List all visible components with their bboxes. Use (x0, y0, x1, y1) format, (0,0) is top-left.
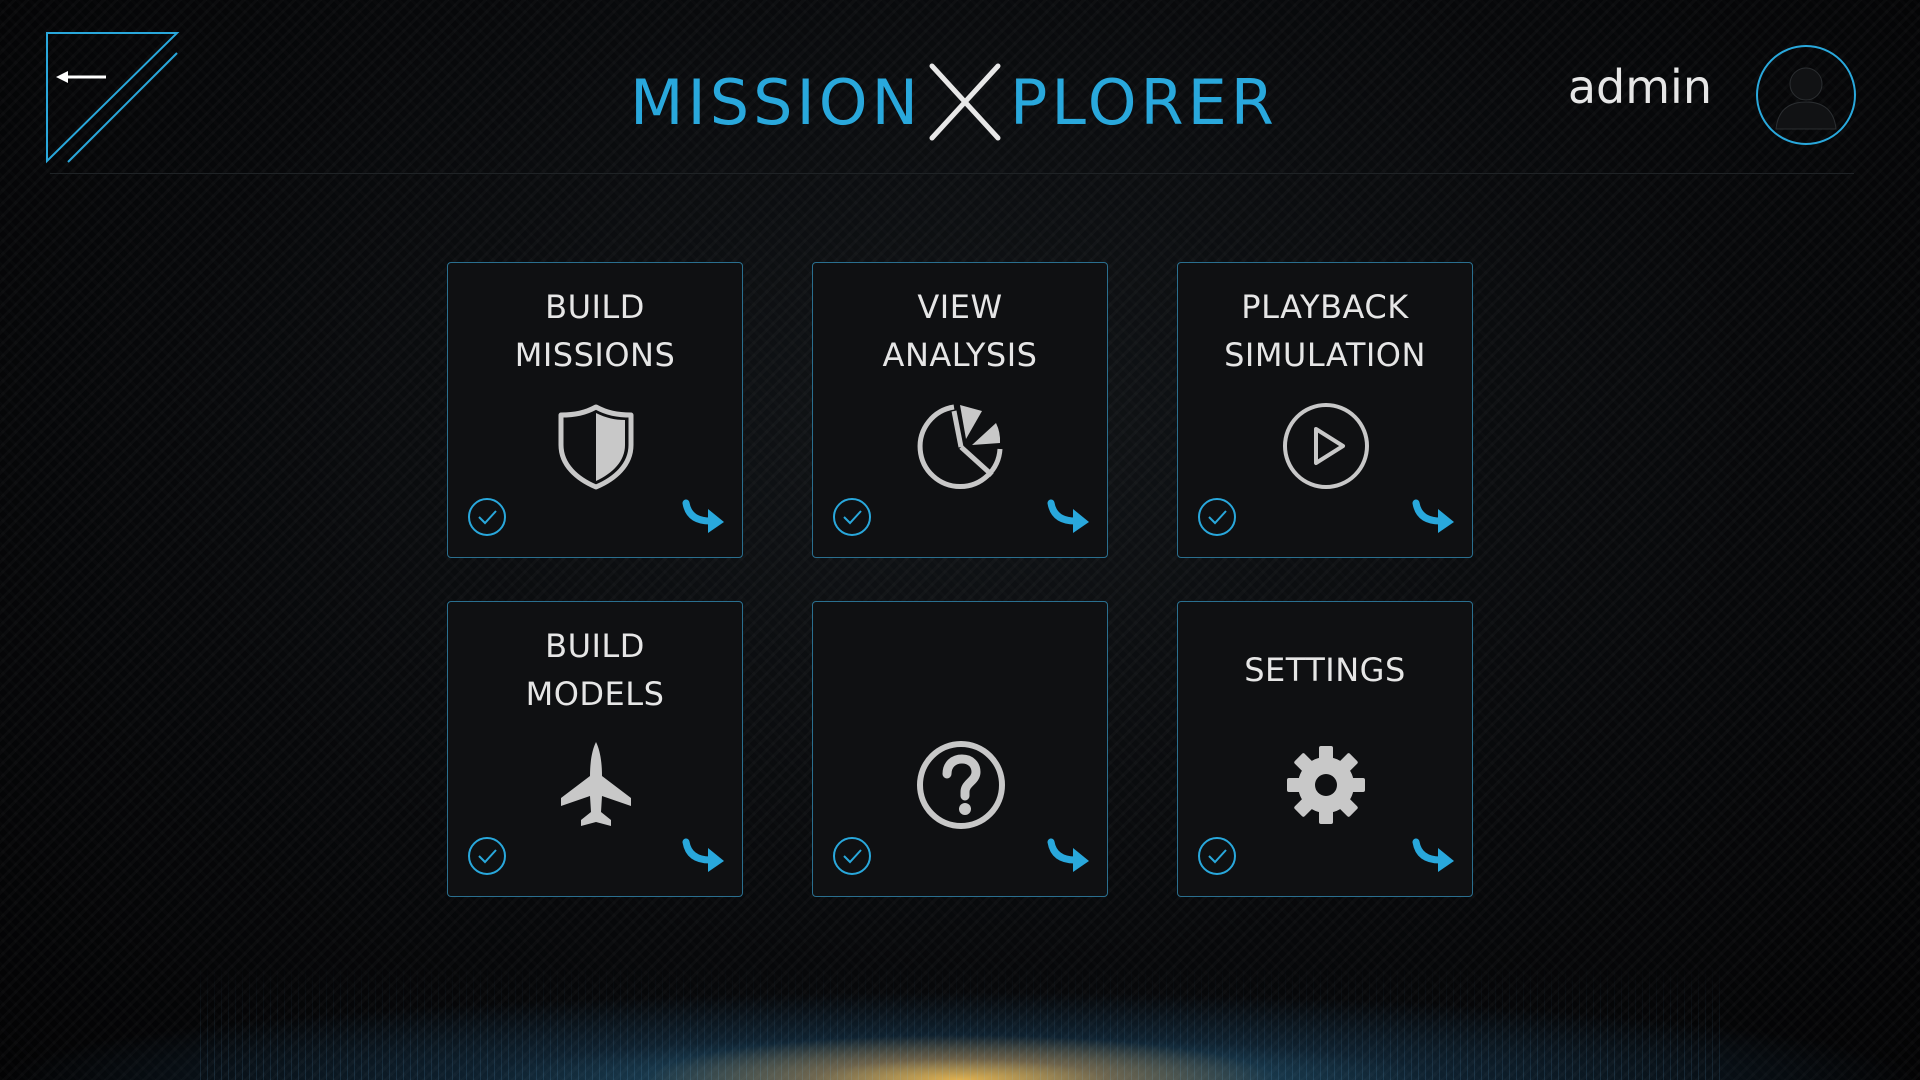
curved-arrow-icon[interactable] (682, 499, 726, 535)
tile-playback-simulation[interactable]: PLAYBACK SIMULATION (1177, 262, 1473, 558)
tile-title: PLAYBACK SIMULATION (1224, 288, 1426, 374)
play-icon (1281, 401, 1371, 491)
user-silhouette-icon (1775, 67, 1837, 130)
tile-help[interactable] (812, 601, 1108, 897)
curved-arrow-icon[interactable] (1412, 838, 1456, 874)
logo-text-right: PLORER (1009, 65, 1278, 139)
curved-arrow-icon[interactable] (682, 838, 726, 874)
avatar[interactable] (1756, 45, 1856, 145)
logo-x-mark (929, 63, 1001, 141)
curved-arrow-icon[interactable] (1412, 499, 1456, 535)
tile-title: BUILD MISSIONS (514, 288, 676, 374)
back-arrow-icon (46, 32, 180, 164)
tile-view-analysis[interactable]: VIEW ANALYSIS (812, 262, 1108, 558)
gear-icon (1281, 740, 1371, 830)
check-circle-icon[interactable] (467, 497, 507, 537)
back-button[interactable] (44, 30, 180, 164)
check-circle-icon[interactable] (467, 836, 507, 876)
check-circle-icon[interactable] (1197, 836, 1237, 876)
tile-settings[interactable]: SETTINGS (1177, 601, 1473, 897)
curved-arrow-icon[interactable] (1047, 838, 1091, 874)
tile-title: BUILD MODELS (525, 627, 665, 713)
tile-title: SETTINGS (1244, 651, 1406, 689)
app-root: MISSION PLORER admin BUILD MISSIONS VIEW… (0, 0, 1920, 1080)
tile-title: VIEW ANALYSIS (882, 288, 1038, 374)
header-divider (50, 173, 1854, 174)
app-logo: MISSION PLORER (630, 62, 1278, 142)
bottom-light-streaks (200, 960, 1720, 1080)
pie-chart-icon (916, 401, 1006, 491)
check-circle-icon[interactable] (1197, 497, 1237, 537)
curved-arrow-icon[interactable] (1047, 499, 1091, 535)
bottom-glow (0, 940, 1920, 1080)
jet-icon (551, 740, 641, 830)
question-icon (916, 740, 1006, 830)
shield-icon (551, 401, 641, 491)
user-name[interactable]: admin (1568, 60, 1712, 114)
check-circle-icon[interactable] (832, 836, 872, 876)
tile-grid: BUILD MISSIONS VIEW ANALYSIS PLAYBACK SI… (447, 262, 1473, 897)
logo-text-left: MISSION (630, 65, 922, 139)
tile-build-missions[interactable]: BUILD MISSIONS (447, 262, 743, 558)
tile-build-models[interactable]: BUILD MODELS (447, 601, 743, 897)
check-circle-icon[interactable] (832, 497, 872, 537)
